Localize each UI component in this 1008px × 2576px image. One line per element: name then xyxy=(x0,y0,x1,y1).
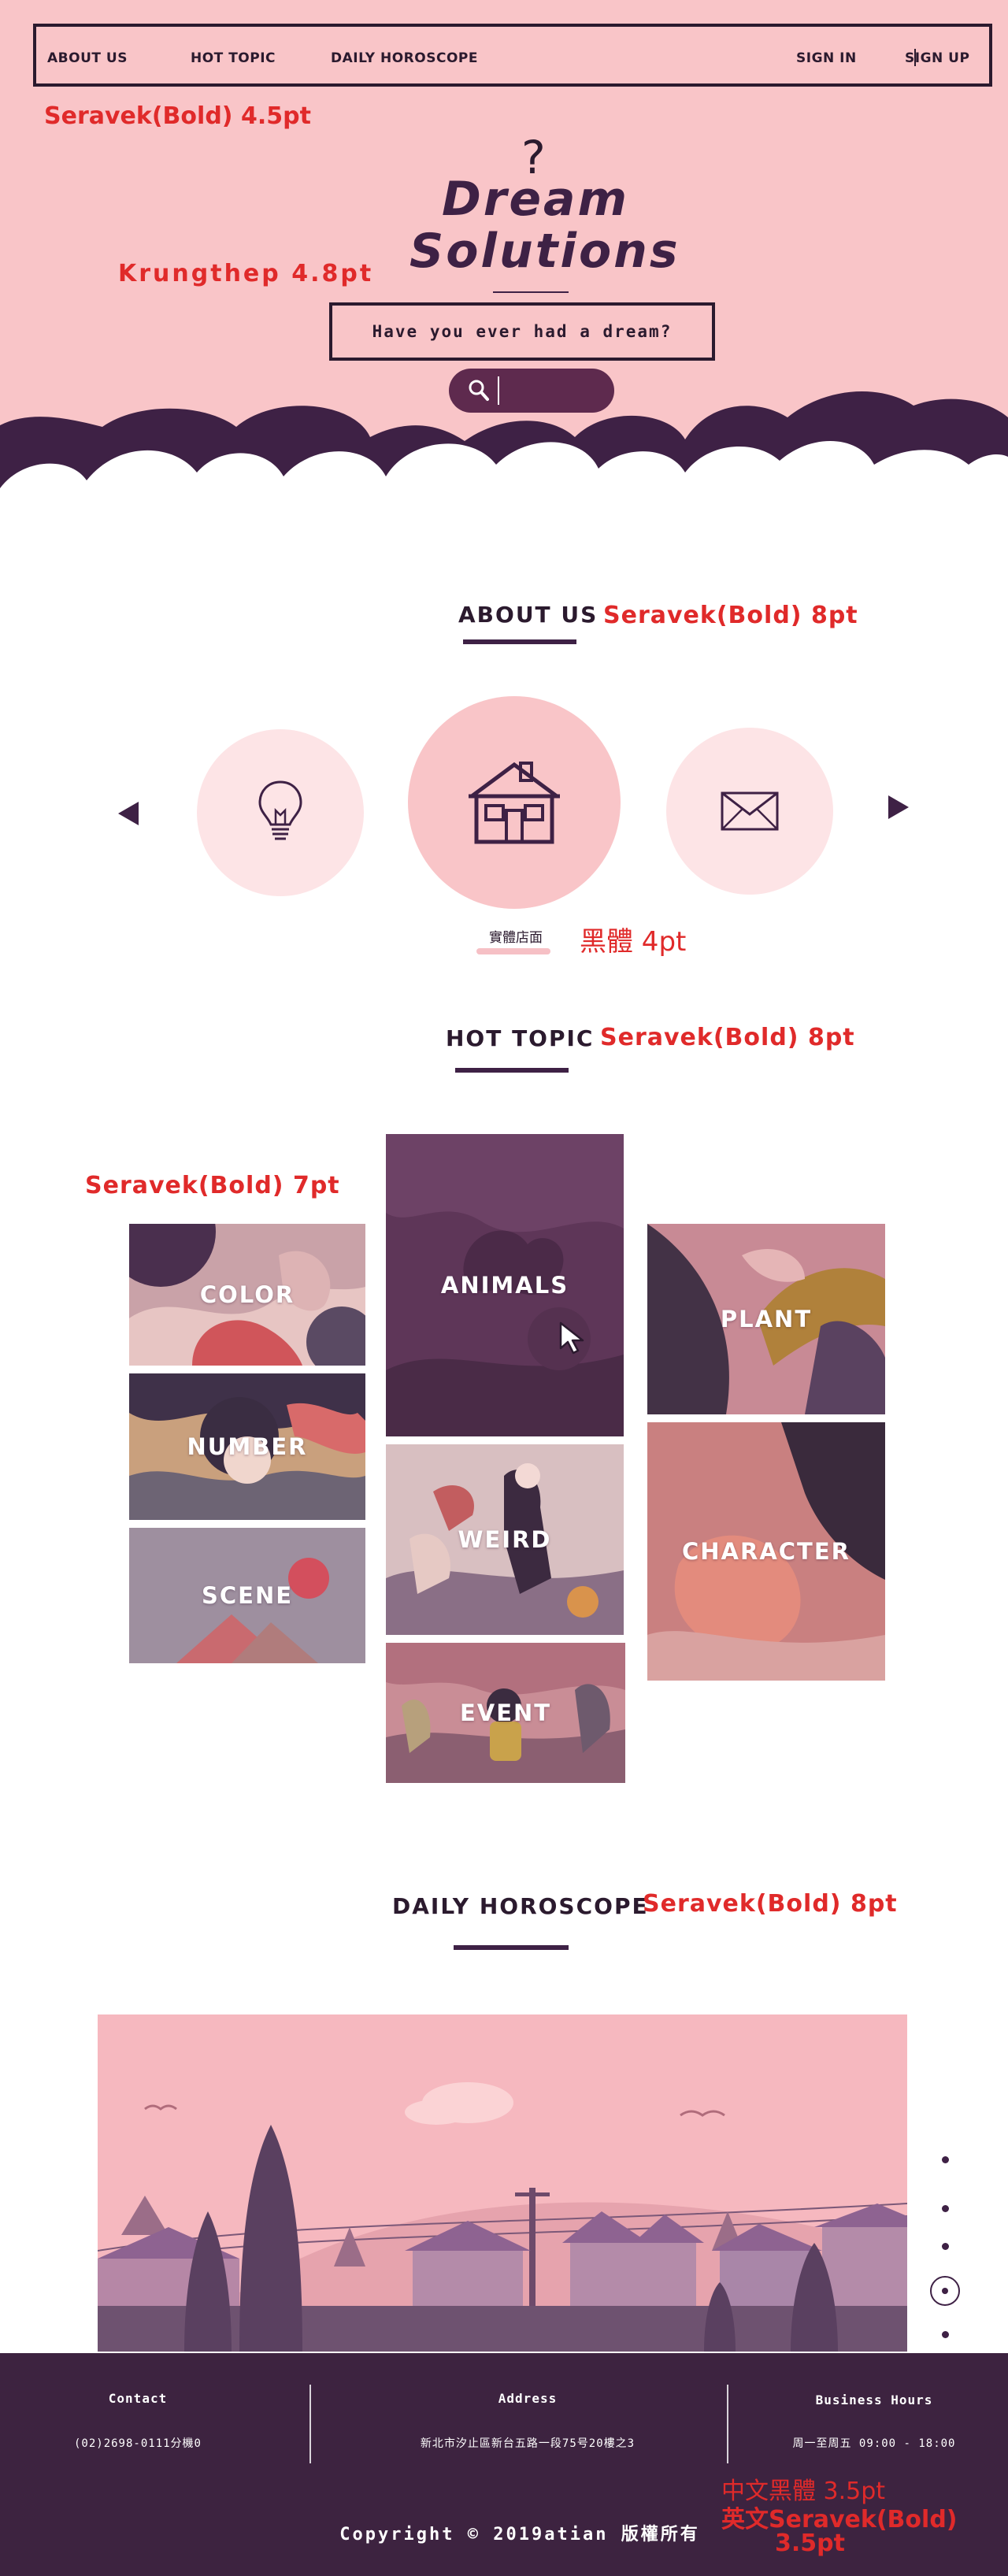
footer-hours-value: 周一至周五 09:00 - 18:00 xyxy=(792,2437,956,2450)
footer-copyright: Copyright © 2019atian 版權所有 xyxy=(339,2525,700,2544)
slide-dot-5[interactable] xyxy=(942,2331,949,2338)
topic-tile-animals[interactable]: ANIMALS xyxy=(386,1134,624,1436)
annotation-tile-font: Seravek(Bold) 7pt xyxy=(85,1172,340,1199)
lightbulb-icon xyxy=(258,780,302,840)
annotation-hot-font: Seravek(Bold) 8pt xyxy=(600,1024,855,1051)
annotation-about-font: Seravek(Bold) 8pt xyxy=(603,602,858,629)
logo-underline xyxy=(493,291,569,293)
topic-tile-color[interactable]: COLOR xyxy=(129,1224,365,1366)
daily-horoscope-underline xyxy=(454,1945,569,1950)
hero-section: ABOUT US HOT TOPIC DAILY HOROSCOPE SIGN … xyxy=(0,0,1008,551)
carousel-next-arrow-icon[interactable] xyxy=(888,795,909,819)
carousel-prev-arrow-icon[interactable] xyxy=(118,802,139,825)
town-illustration xyxy=(98,2014,907,2352)
tile-label-weird: WEIRD xyxy=(458,1526,552,1553)
footer-divider-2 xyxy=(727,2385,728,2463)
cloud-divider xyxy=(0,391,1008,551)
annotation-store-font: 黑體 4pt xyxy=(580,926,687,958)
tile-label-scene: SCENE xyxy=(201,1582,294,1609)
about-us-underline xyxy=(463,639,576,644)
hot-topic-underline xyxy=(455,1068,569,1073)
nav-daily-horoscope[interactable]: DAILY HOROSCOPE xyxy=(331,50,478,66)
tile-label-plant: PLANT xyxy=(720,1306,813,1332)
topic-tile-number[interactable]: NUMBER xyxy=(129,1373,365,1520)
nav-about-us[interactable]: ABOUT US xyxy=(47,50,128,66)
logo-text-line1: Dream xyxy=(441,172,630,227)
tile-label-event: EVENT xyxy=(459,1699,552,1726)
annotation-hero-font: Krungthep 4.8pt xyxy=(118,260,374,287)
footer-address-value: 新北市汐止區新台五路一段75号20樓之3 xyxy=(420,2437,636,2450)
topic-tile-character[interactable]: CHARACTER xyxy=(647,1422,885,1681)
dream-prompt-box: Have you ever had a dream? xyxy=(329,302,715,361)
topic-tile-event[interactable]: EVENT xyxy=(386,1643,625,1783)
footer-hours-title: Business Hours xyxy=(815,2393,933,2407)
footer-contact-title: Contact xyxy=(108,2391,168,2406)
store-label: 實體店面 xyxy=(489,930,543,946)
logo-text-line2: Solutions xyxy=(410,224,680,279)
tile-label-animals: ANIMALS xyxy=(440,1272,569,1299)
annotation-horoscope-font: Seravek(Bold) 8pt xyxy=(643,1890,898,1918)
topic-tile-scene[interactable]: SCENE xyxy=(129,1528,365,1663)
slide-dot-3[interactable] xyxy=(942,2243,949,2250)
sign-up-link[interactable]: SIGN UP xyxy=(905,50,969,66)
envelope-icon xyxy=(721,791,779,831)
horoscope-banner xyxy=(98,2014,907,2352)
tile-label-character: CHARACTER xyxy=(682,1538,850,1565)
top-navbar: ABOUT US HOT TOPIC DAILY HOROSCOPE SIGN … xyxy=(33,24,992,87)
tile-label-number: NUMBER xyxy=(187,1433,308,1460)
slide-dot-1[interactable] xyxy=(942,2156,949,2163)
slide-dot-4-active[interactable] xyxy=(930,2276,960,2306)
footer: Contact (02)2698-0111分機0 Address 新北市汐止區新… xyxy=(0,2353,1008,2576)
sign-in-link[interactable]: SIGN IN xyxy=(796,50,857,66)
about-mail-button[interactable] xyxy=(666,728,833,895)
topic-tile-plant[interactable]: PLANT xyxy=(647,1224,885,1414)
hot-topic-title: HOT TOPIC xyxy=(446,1025,595,1051)
footer-divider-1 xyxy=(309,2385,311,2463)
about-lightbulb-button[interactable] xyxy=(197,729,364,896)
about-store-button[interactable] xyxy=(408,696,621,909)
annotation-footer-font-size: 3.5pt xyxy=(775,2530,845,2557)
footer-contact-value[interactable]: (02)2698-0111分機0 xyxy=(32,2435,244,2451)
annotation-nav-font: Seravek(Bold) 4.5pt xyxy=(44,102,311,130)
tile-label-color: COLOR xyxy=(199,1281,295,1308)
house-icon xyxy=(469,762,560,844)
nav-hot-topic[interactable]: HOT TOPIC xyxy=(191,50,276,66)
footer-address-title: Address xyxy=(498,2391,558,2406)
about-us-title: ABOUT US xyxy=(458,602,598,628)
topic-tile-weird[interactable]: WEIRD xyxy=(386,1444,624,1635)
daily-horoscope-title: DAILY HOROSCOPE xyxy=(392,1893,649,1919)
store-label-underline xyxy=(476,948,550,954)
slide-dot-2[interactable] xyxy=(942,2205,949,2212)
